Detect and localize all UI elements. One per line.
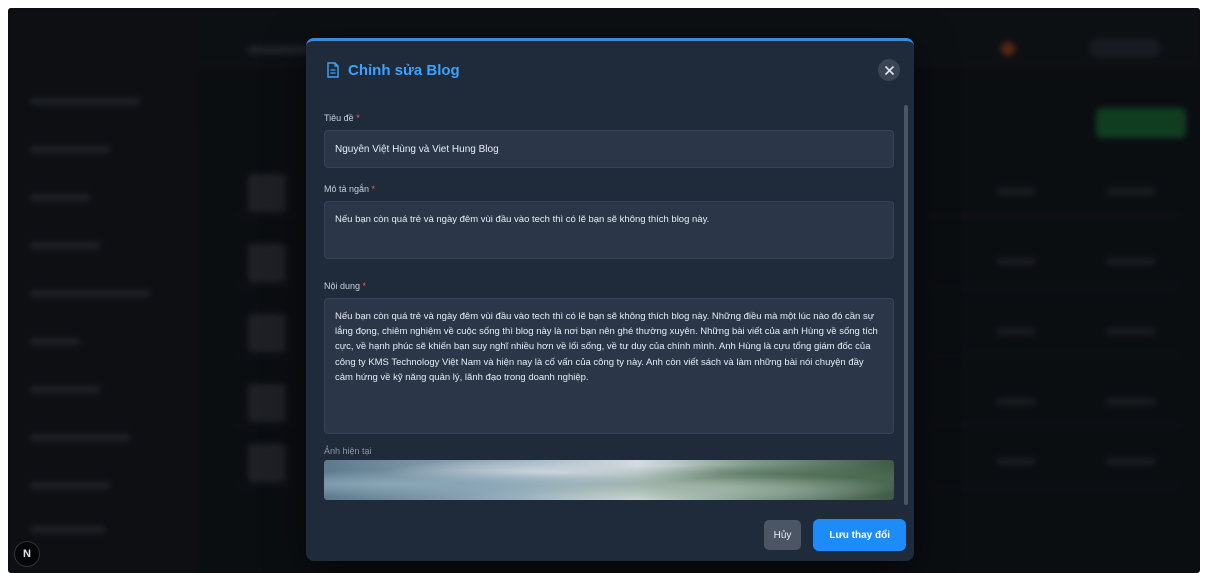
modal-title-wrap: Chỉnh sửa Blog <box>326 62 460 79</box>
cancel-button[interactable]: Hủy <box>763 520 802 550</box>
modal-scrollbar[interactable] <box>904 105 908 505</box>
n-badge[interactable]: N <box>14 541 40 567</box>
modal-body: Tiêu đề * Mô tả ngắn * Nếu bạn còn quá t… <box>324 113 894 507</box>
close-icon <box>884 65 894 75</box>
title-label: Tiêu đề * <box>324 113 360 123</box>
document-edit-icon <box>327 62 339 78</box>
short-description-textarea[interactable]: Nếu bạn còn quá trẻ và ngày đêm vùi đầu … <box>324 201 894 259</box>
image-preview-label: Ảnh hiện tại <box>324 446 372 456</box>
content-label: Nội dung * <box>324 281 367 291</box>
save-changes-button[interactable]: Lưu thay đổi <box>813 519 906 551</box>
modal-header: Chỉnh sửa Blog <box>306 41 914 99</box>
edit-blog-modal: Chỉnh sửa Blog Tiêu đề * Mô tả ngắn * Nế… <box>306 38 914 561</box>
modal-title: Chỉnh sửa Blog <box>348 61 460 79</box>
title-input[interactable] <box>324 130 894 168</box>
modal-footer: Hủy Lưu thay đổi <box>763 519 906 551</box>
close-button[interactable] <box>878 59 900 81</box>
image-preview <box>324 460 894 500</box>
short-description-label: Mô tả ngắn * <box>324 184 376 194</box>
content-textarea[interactable]: Nếu bạn còn quá trẻ và ngày đêm vùi đầu … <box>324 298 894 434</box>
app-window: N Chỉnh sửa Blog Tiêu đề * Mô tả ngắn * <box>8 8 1200 573</box>
